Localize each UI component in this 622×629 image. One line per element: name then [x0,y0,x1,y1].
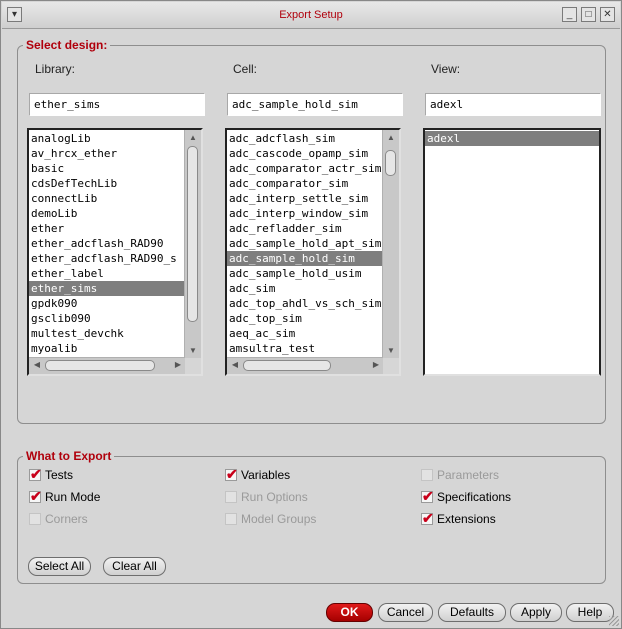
library-label: Library: [35,62,76,76]
checkbox [29,513,41,525]
library-input[interactable]: ether_sims [29,93,205,116]
list-item[interactable]: av_hrcx_ether [29,146,185,161]
checkmark-icon: ✔ [30,466,42,482]
maximize-icon[interactable]: □ [581,7,596,22]
checkbox-label: Corners [45,512,88,526]
checkbox[interactable]: ✔ [29,488,42,504]
window-title: Export Setup [279,9,343,21]
select-all-button[interactable]: Select All [28,557,91,576]
list-item[interactable]: adc_comparator_actr_sim [227,161,383,176]
export-setup-window: ▾ Export Setup _ □ ✕ Select design: Libr… [0,0,622,629]
checkbox[interactable]: ✔ [421,488,434,504]
list-item[interactable]: adc_sample_hold_sim [227,251,383,266]
checkbox [225,491,237,503]
checkbox-label: Variables [241,468,291,482]
scroll-thumb[interactable] [385,150,396,176]
scroll-up-icon[interactable]: ▲ [186,131,200,145]
cell-horizontal-scrollbar[interactable]: ◀ ▶ [227,357,383,374]
apply-button[interactable]: Apply [510,603,562,622]
checkbox-label: Specifications [437,490,512,504]
list-item[interactable]: ether_adcflash_RAD90_s [29,251,185,266]
scroll-down-icon[interactable]: ▼ [186,344,200,358]
list-item[interactable]: adc_top_sim [227,311,383,326]
list-item[interactable]: adc_sim [227,281,383,296]
minimize-icon[interactable]: _ [562,7,577,22]
view-list[interactable]: adexl [423,128,601,376]
list-item[interactable]: adc_interp_window_sim [227,206,383,221]
scroll-down-icon[interactable]: ▼ [384,344,398,358]
scroll-thumb[interactable] [45,360,155,371]
cell-list[interactable]: adc_adcflash_sim adc_cascode_opamp_sim adc… [225,128,401,376]
cancel-button[interactable]: Cancel [378,603,433,622]
help-button[interactable]: Help [566,603,614,622]
list-item[interactable]: multest_devchk [29,326,185,341]
list-item[interactable]: cdsDefTechLib [29,176,185,191]
list-item[interactable]: adc_cascode_opamp_sim [227,146,383,161]
list-item[interactable]: analogLib [29,131,185,146]
list-item[interactable]: adc_sample_hold_usim [227,266,383,281]
checkmark-icon: ✔ [226,466,238,482]
title-bar[interactable]: ▾ Export Setup _ □ ✕ [2,2,620,29]
list-item[interactable]: ether_sims [29,281,185,296]
checkbox [225,513,237,525]
scroll-right-icon[interactable]: ▶ [171,358,185,372]
list-item[interactable]: adc_refladder_sim [227,221,383,236]
list-item[interactable]: adc_top_ahdl_vs_sch_sim [227,296,383,311]
what-to-export-title: What to Export [23,449,115,463]
select-design-title: Select design: [23,38,111,52]
scroll-thumb[interactable] [187,146,198,322]
scroll-thumb[interactable] [243,360,331,371]
list-item[interactable]: gpdk090 [29,296,185,311]
cell-vertical-scrollbar[interactable]: ▲ ▼ [382,130,399,358]
list-item[interactable]: myoalib [29,341,185,356]
list-item[interactable]: adexl [425,131,599,146]
ok-button[interactable]: OK [326,603,373,622]
checkmark-icon: ✔ [422,510,434,526]
cell-label: Cell: [233,62,258,76]
scroll-right-icon[interactable]: ▶ [369,358,383,372]
checkmark-icon: ✔ [30,488,42,504]
clear-all-button[interactable]: Clear All [103,557,166,576]
view-label: View: [431,62,461,76]
cell-input[interactable]: adc_sample_hold_sim [227,93,403,116]
list-item[interactable]: amsultra_test [227,341,383,356]
checkbox-label: Extensions [437,512,496,526]
checkbox-label: Run Mode [45,490,101,504]
scroll-left-icon[interactable]: ◀ [30,358,44,372]
list-item[interactable]: basic [29,161,185,176]
list-item[interactable]: adc_interp_settle_sim [227,191,383,206]
list-item[interactable]: connectLib [29,191,185,206]
defaults-button[interactable]: Defaults [438,603,506,622]
checkbox-label: Run Options [241,490,308,504]
list-item[interactable]: adc_comparator_sim [227,176,383,191]
checkbox[interactable]: ✔ [29,466,42,482]
checkbox [421,469,433,481]
list-item[interactable]: ether_adcflash_RAD90 [29,236,185,251]
resize-grip-icon[interactable] [609,616,619,626]
checkbox-label: Parameters [437,468,500,482]
library-horizontal-scrollbar[interactable]: ◀ ▶ [29,357,185,374]
checkbox-label: Model Groups [241,512,317,526]
view-input[interactable]: adexl [425,93,601,116]
scroll-left-icon[interactable]: ◀ [228,358,242,372]
list-item[interactable]: adc_sample_hold_apt_sim [227,236,383,251]
list-item[interactable]: adc_adcflash_sim [227,131,383,146]
list-item[interactable]: gsclib090 [29,311,185,326]
scroll-up-icon[interactable]: ▲ [384,131,398,145]
library-vertical-scrollbar[interactable]: ▲ ▼ [184,130,201,358]
checkbox[interactable]: ✔ [421,510,434,526]
checkbox-label: Tests [45,468,74,482]
checkmark-icon: ✔ [422,488,434,504]
list-item[interactable]: ether_label [29,266,185,281]
library-list[interactable]: analogLib av_hrcx_ether basic cdsDefTechLib… [27,128,203,376]
list-item[interactable]: aeq_ac_sim [227,326,383,341]
list-item[interactable]: demoLib [29,206,185,221]
close-icon[interactable]: ✕ [600,7,615,22]
checkbox[interactable]: ✔ [225,466,238,482]
list-item[interactable]: ether [29,221,185,236]
